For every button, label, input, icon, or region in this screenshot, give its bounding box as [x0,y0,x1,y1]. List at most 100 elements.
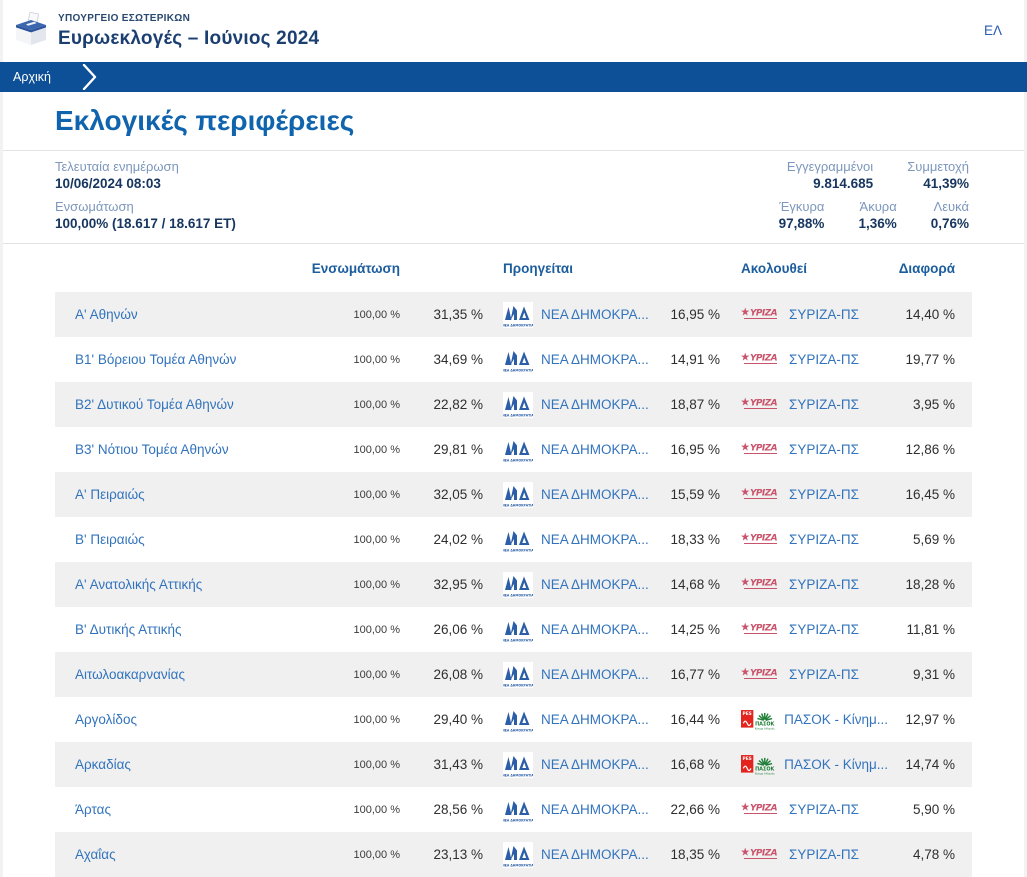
stat-turnout-value: 41,39% [907,175,969,192]
district-link[interactable]: Άρτας [75,802,111,817]
syriza-logo: ΥΡΙΖΑ [741,441,781,458]
table-row[interactable]: Β1' Βόρειου Τομέα Αθηνών 100,00 % 34,69 … [55,337,972,382]
difference-percent: 12,86 % [888,442,972,457]
table-header-row: Ενσωμάτωση Προηγείται Ακολουθεί Διαφορά [55,244,972,292]
nd-logo: ΝΕΑ ΔΗΜΟΚΡΑΤΙΑ [503,347,533,373]
page-title: Εκλογικές περιφέρειες [55,105,354,137]
table-row[interactable]: Β2' Δυτικού Τομέα Αθηνών 100,00 % 22,82 … [55,382,972,427]
district-link[interactable]: Αργολίδος [75,712,137,727]
ballot-box-icon [12,12,50,50]
district-link[interactable]: Α' Αθηνών [75,307,138,322]
follow-party-percent: 16,95 % [658,442,720,457]
svg-text:PES: PES [743,755,752,761]
svg-text:ΝΕΑ ΔΗΜΟΚΡΑΤΙΑ: ΝΕΑ ΔΗΜΟΚΡΑΤΙΑ [503,818,533,822]
lead-party-percent: 29,81 % [400,442,483,457]
district-link[interactable]: Α' Ανατολικής Αττικής [75,577,202,592]
stat-invalid-label: Άκυρα [858,199,896,214]
difference-percent: 19,77 % [888,352,972,367]
table-row[interactable]: Β3' Νότιου Τομέα Αθηνών 100,00 % 29,81 %… [55,427,972,472]
nd-logo: ΝΕΑ ΔΗΜΟΚΡΑΤΙΑ [503,572,533,598]
svg-text:ΝΕΑ ΔΗΜΟΚΡΑΤΙΑ: ΝΕΑ ΔΗΜΟΚΡΑΤΙΑ [503,368,533,372]
table-row[interactable]: Α' Ανατολικής Αττικής 100,00 % 32,95 % Ν… [55,562,972,607]
district-link[interactable]: Αρκαδίας [75,757,131,772]
ministry-label: ΥΠΟΥΡΓΕΙΟ ΕΣΩΤΕΡΙΚΩΝ [58,13,319,24]
follow-party-percent: 18,87 % [658,397,720,412]
stat-integration: Ενσωμάτωση 100,00% (18.617 / 18.617 ΕΤ) [55,199,236,232]
follow-party-name: ΠΑΣΟΚ - Κίνημ... [784,757,888,772]
table-row[interactable]: Αιτωλοακαρνανίας 100,00 % 26,08 % ΝΕΑ ΔΗ… [55,652,972,697]
table-row[interactable]: Α' Πειραιώς 100,00 % 32,05 % ΝΕΑ ΔΗΜΟΚΡΑ… [55,472,972,517]
table-row[interactable]: Β' Πειραιώς 100,00 % 24,02 % ΝΕΑ ΔΗΜΟΚΡΑ… [55,517,972,562]
breadcrumb: Αρχική [0,62,1027,92]
breadcrumb-home-link[interactable]: Αρχική [13,70,51,84]
table-row[interactable]: Α' Αθηνών 100,00 % 31,35 % ΝΕΑ ΔΗΜΟΚΡΑΤΙ… [55,292,972,337]
district-link[interactable]: Β3' Νότιου Τομέα Αθηνών [75,442,229,457]
follow-party-percent: 18,33 % [658,532,720,547]
nd-logo: ΝΕΑ ΔΗΜΟΚΡΑΤΙΑ [503,797,533,823]
nd-logo: ΝΕΑ ΔΗΜΟΚΡΑΤΙΑ [503,662,533,688]
stat-blank-value: 0,76% [931,215,969,232]
pasok-logo: PESΠΑΣΟΚΚίνημα Αλλαγής [741,753,776,777]
lead-party-percent: 28,56 % [400,802,483,817]
nd-logo: ΝΕΑ ΔΗΜΟΚΡΑΤΙΑ [503,842,533,868]
svg-text:ΝΕΑ ΔΗΜΟΚΡΑΤΙΑ: ΝΕΑ ΔΗΜΟΚΡΑΤΙΑ [503,503,533,507]
district-link[interactable]: Β' Δυτικής Αττικής [75,622,182,637]
syriza-logo: ΥΡΙΖΑ [741,351,781,368]
stat-turnout: Συμμετοχή 41,39% [907,159,969,192]
district-link[interactable]: Β' Πειραιώς [75,532,145,547]
follow-party-name: ΣΥΡΙΖΑ-ΠΣ [789,442,859,457]
syriza-logo: ΥΡΙΖΑ [741,396,781,413]
district-link[interactable]: Αιτωλοακαρνανίας [75,667,185,682]
stat-integration-value: 100,00% (18.617 / 18.617 ΕΤ) [55,215,236,232]
syriza-logo: ΥΡΙΖΑ [741,576,781,593]
district-link[interactable]: Α' Πειραιώς [75,487,145,502]
stat-last-update-value: 10/06/2024 08:03 [55,175,179,192]
table-row[interactable]: Αργολίδος 100,00 % 29,40 % ΝΕΑ ΔΗΜΟΚΡΑΤΙ… [55,697,972,742]
difference-percent: 14,74 % [888,757,972,772]
difference-percent: 18,28 % [888,577,972,592]
table-row[interactable]: Β' Δυτικής Αττικής 100,00 % 26,06 % ΝΕΑ … [55,607,972,652]
district-link[interactable]: Β2' Δυτικού Τομέα Αθηνών [75,397,234,412]
row-integration-percent: 100,00 % [303,399,400,411]
svg-text:ΥΡΙΖΑ: ΥΡΙΖΑ [750,399,778,409]
svg-text:ΥΡΙΖΑ: ΥΡΙΖΑ [750,444,778,454]
lead-party-name: ΝΕΑ ΔΗΜΟΚΡΑ... [541,397,649,412]
svg-text:ΥΡΙΖΑ: ΥΡΙΖΑ [750,489,778,499]
column-header-integration: Ενσωμάτωση [303,261,400,276]
app-header: ΥΠΟΥΡΓΕΙΟ ΕΣΩΤΕΡΙΚΩΝ Ευρωεκλογές – Ιούνι… [3,0,1024,62]
district-link[interactable]: Αχαΐας [75,847,116,862]
follow-party-name: ΣΥΡΙΖΑ-ΠΣ [789,532,859,547]
svg-text:ΝΕΑ ΔΗΜΟΚΡΑΤΙΑ: ΝΕΑ ΔΗΜΟΚΡΑΤΙΑ [503,863,533,867]
row-integration-percent: 100,00 % [303,444,400,456]
lead-party-percent: 32,95 % [400,577,483,592]
svg-text:ΥΡΙΖΑ: ΥΡΙΖΑ [750,669,778,679]
svg-text:ΥΡΙΖΑ: ΥΡΙΖΑ [750,849,778,859]
svg-text:ΥΡΙΖΑ: ΥΡΙΖΑ [750,534,778,544]
difference-percent: 5,90 % [888,802,972,817]
table-row[interactable]: Άρτας 100,00 % 28,56 % ΝΕΑ ΔΗΜΟΚΡΑΤΙΑ ΝΕ… [55,787,972,832]
table-row[interactable]: Αρκαδίας 100,00 % 31,43 % ΝΕΑ ΔΗΜΟΚΡΑΤΙΑ… [55,742,972,787]
follow-party-percent: 22,66 % [658,802,720,817]
column-header-difference: Διαφορά [888,261,972,276]
difference-percent: 11,81 % [888,622,972,637]
district-link[interactable]: Β1' Βόρειου Τομέα Αθηνών [75,352,236,367]
svg-text:PES: PES [743,710,752,716]
lead-party-name: ΝΕΑ ΔΗΜΟΚΡΑ... [541,622,649,637]
lead-party-percent: 31,43 % [400,757,483,772]
lead-party-name: ΝΕΑ ΔΗΜΟΚΡΑ... [541,667,649,682]
table-row[interactable]: Αχαΐας 100,00 % 23,13 % ΝΕΑ ΔΗΜΟΚΡΑΤΙΑ Ν… [55,832,972,877]
follow-party-percent: 16,68 % [658,757,720,772]
lead-party-name: ΝΕΑ ΔΗΜΟΚΡΑ... [541,442,649,457]
stat-valid: Έγκυρα 97,88% [779,199,825,232]
follow-party-name: ΣΥΡΙΖΑ-ΠΣ [789,802,859,817]
election-title: Ευρωεκλογές – Ιούνιος 2024 [58,28,319,50]
syriza-logo: ΥΡΙΖΑ [741,486,781,503]
stat-last-update: Τελευταία ενημέρωση 10/06/2024 08:03 [55,159,179,192]
language-selector[interactable]: ΕΛ [984,23,1002,38]
follow-party-name: ΣΥΡΙΖΑ-ΠΣ [789,487,859,502]
lead-party-name: ΝΕΑ ΔΗΜΟΚΡΑ... [541,532,649,547]
follow-party-percent: 18,35 % [658,847,720,862]
svg-text:ΥΡΙΖΑ: ΥΡΙΖΑ [750,309,778,319]
difference-percent: 14,40 % [888,307,972,322]
lead-party-percent: 31,35 % [400,307,483,322]
